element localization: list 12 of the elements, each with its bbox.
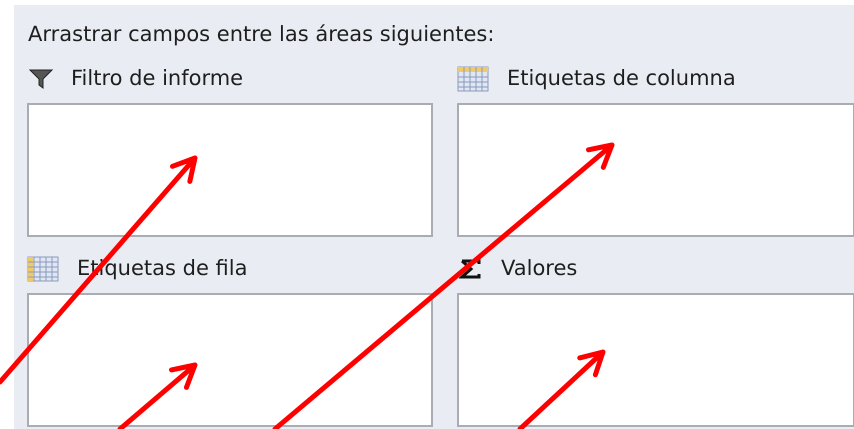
drop-zone[interactable] xyxy=(27,103,433,237)
area-label: Filtro de informe xyxy=(71,65,244,92)
grid-icon xyxy=(27,256,59,282)
filter-icon xyxy=(29,68,53,90)
area-label: Etiquetas de columna xyxy=(507,65,736,92)
drop-zone[interactable] xyxy=(457,103,854,237)
sigma-icon xyxy=(459,258,483,280)
instruction-text: Arrastrar campos entre las áreas siguientes: xyxy=(28,21,494,48)
drop-zone[interactable] xyxy=(457,293,854,427)
drop-zone[interactable] xyxy=(27,293,433,427)
grid-icon xyxy=(457,66,489,92)
area-label: Valores xyxy=(501,255,578,282)
